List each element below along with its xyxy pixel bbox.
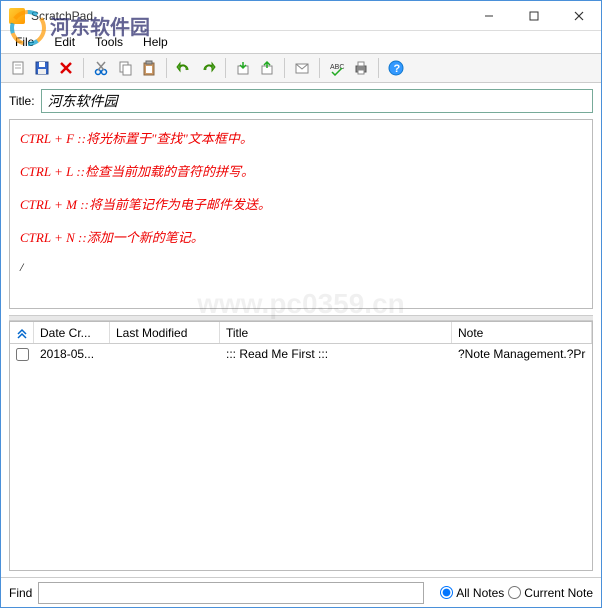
editor-line: CTRL + F ::将光标置于"查找"文本框中。 [20, 128, 582, 147]
col-title[interactable]: Title [220, 322, 452, 343]
export-icon[interactable] [256, 57, 278, 79]
find-label: Find [9, 586, 32, 600]
radio-all-notes-input[interactable] [440, 586, 453, 599]
import-icon[interactable] [232, 57, 254, 79]
separator [284, 58, 285, 78]
close-button[interactable] [556, 1, 601, 31]
find-input[interactable] [38, 582, 424, 604]
cell-title: ::: Read Me First ::: [220, 345, 452, 363]
title-input[interactable] [41, 89, 593, 113]
separator [83, 58, 84, 78]
new-note-icon[interactable] [7, 57, 29, 79]
cut-icon[interactable] [90, 57, 112, 79]
table-row[interactable]: 2018-05... ::: Read Me First ::: ?Note M… [10, 344, 592, 364]
save-icon[interactable] [31, 57, 53, 79]
app-icon [9, 8, 25, 24]
col-last-modified[interactable]: Last Modified [110, 322, 220, 343]
window-title: ScratchPad [31, 9, 466, 23]
menu-help[interactable]: Help [135, 33, 176, 51]
copy-icon[interactable] [114, 57, 136, 79]
paste-icon[interactable] [138, 57, 160, 79]
print-icon[interactable] [350, 57, 372, 79]
svg-text:ABC: ABC [330, 64, 344, 71]
help-icon[interactable]: ? [385, 57, 407, 79]
menu-edit[interactable]: Edit [46, 33, 83, 51]
svg-text:?: ? [394, 63, 401, 75]
separator [378, 58, 379, 78]
cell-date: 2018-05... [34, 345, 110, 363]
maximize-button[interactable] [511, 1, 556, 31]
undo-icon[interactable] [173, 57, 195, 79]
separator [225, 58, 226, 78]
separator [166, 58, 167, 78]
spellcheck-icon[interactable]: ABC [326, 57, 348, 79]
delete-icon[interactable] [55, 57, 77, 79]
redo-icon[interactable] [197, 57, 219, 79]
email-icon[interactable] [291, 57, 313, 79]
editor-line: CTRL + M ::将当前笔记作为电子邮件发送。 [20, 194, 582, 213]
menu-file[interactable]: File [7, 33, 42, 51]
separator [319, 58, 320, 78]
col-date-created[interactable]: Date Cr... [34, 322, 110, 343]
editor-line: CTRL + N ::添加一个新的笔记。 [20, 227, 582, 246]
title-label: Title: [9, 94, 35, 108]
cell-modified [110, 352, 220, 356]
note-editor[interactable]: CTRL + F ::将光标置于"查找"文本框中。 CTRL + L ::检查当… [9, 119, 593, 309]
radio-current-note[interactable]: Current Note [508, 586, 593, 600]
minimize-button[interactable] [466, 1, 511, 31]
col-note[interactable]: Note [452, 322, 592, 343]
editor-line: CTRL + L ::检查当前加载的音符的拼写。 [20, 161, 582, 180]
row-checkbox[interactable] [16, 348, 29, 361]
cell-note: ?Note Management.?Pr [452, 345, 592, 363]
expand-all-icon[interactable] [10, 322, 34, 343]
radio-all-notes[interactable]: All Notes [440, 586, 504, 600]
radio-current-note-input[interactable] [508, 586, 521, 599]
menu-tools[interactable]: Tools [87, 33, 131, 51]
editor-caret: / [20, 260, 582, 275]
